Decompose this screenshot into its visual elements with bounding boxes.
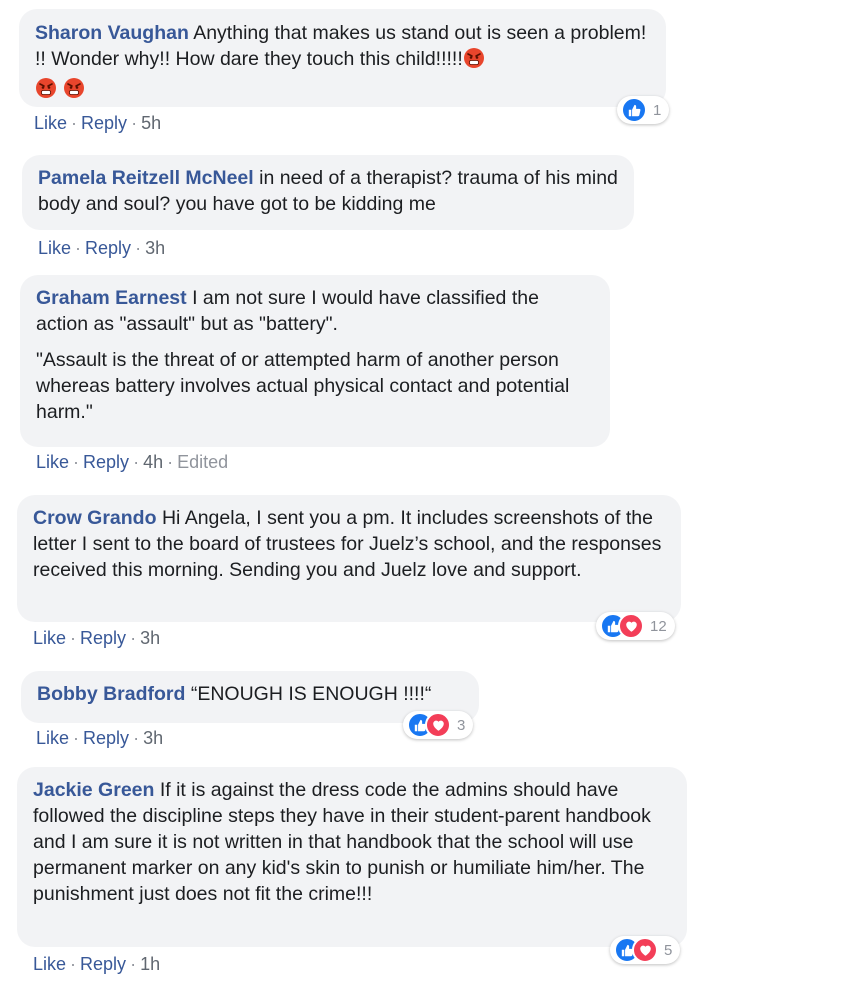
comment-timestamp[interactable]: 3h (145, 238, 165, 258)
comment-timestamp[interactable]: 3h (143, 728, 163, 748)
pouting-face-icon (463, 47, 485, 76)
comment-author[interactable]: Bobby Bradford (37, 683, 185, 705)
comment-author[interactable]: Graham Earnest (36, 287, 187, 309)
reaction-count: 3 (457, 716, 466, 734)
reaction-count: 1 (653, 101, 662, 119)
pouting-face-icon (63, 77, 85, 106)
like-link[interactable]: Like (33, 954, 66, 974)
comment-bubble: Pamela Reitzell McNeel in need of a ther… (22, 155, 634, 230)
love-reaction-icon (618, 613, 644, 639)
comment-author[interactable]: Jackie Green (33, 779, 154, 801)
edited-label[interactable]: Edited (177, 452, 228, 472)
pouting-face-icon (35, 77, 57, 106)
like-reaction-icon (621, 97, 647, 123)
reply-link[interactable]: Reply (83, 452, 129, 472)
reply-link[interactable]: Reply (80, 954, 126, 974)
reaction-summary[interactable]: 1 (617, 96, 670, 124)
comment-actions: Like · Reply · 3h (36, 728, 164, 748)
love-reaction-icon (425, 712, 451, 738)
comment-bubble: Crow Grando Hi Angela, I sent you a pm. … (17, 495, 681, 622)
reply-link[interactable]: Reply (80, 628, 126, 648)
like-link[interactable]: Like (36, 452, 69, 472)
comment-actions: Like · Reply · 1h (33, 954, 161, 974)
comment-actions: Like · Reply · 3h (38, 238, 166, 258)
reaction-summary[interactable]: 5 (610, 936, 681, 964)
comment-bubble: Sharon Vaughan Anything that makes us st… (19, 9, 666, 107)
comment-actions: Like · Reply · 3h (33, 628, 161, 648)
like-link[interactable]: Like (36, 728, 69, 748)
reaction-summary[interactable]: 12 (596, 612, 675, 640)
reply-link[interactable]: Reply (85, 238, 131, 258)
love-reaction-icon (632, 937, 658, 963)
reaction-count: 5 (664, 941, 673, 959)
comment-author[interactable]: Sharon Vaughan (35, 22, 189, 44)
comment-text: "Assault is the threat of or attempted h… (36, 349, 570, 423)
reaction-summary[interactable]: 3 (403, 711, 474, 739)
comment-timestamp[interactable]: 3h (140, 628, 160, 648)
reply-link[interactable]: Reply (83, 728, 129, 748)
comment-text: “ENOUGH IS ENOUGH !!!!“ (190, 683, 432, 705)
comment-actions: Like · Reply · 5h (34, 113, 162, 133)
like-link[interactable]: Like (33, 628, 66, 648)
like-link[interactable]: Like (34, 113, 67, 133)
comment-bubble: Jackie Green If it is against the dress … (17, 767, 687, 947)
comment-bubble: Graham Earnest I am not sure I would hav… (20, 275, 610, 447)
reply-link[interactable]: Reply (81, 113, 127, 133)
reaction-count: 12 (650, 617, 667, 635)
comment-author[interactable]: Crow Grando (33, 507, 157, 529)
comment-author[interactable]: Pamela Reitzell McNeel (38, 167, 254, 189)
like-link[interactable]: Like (38, 238, 71, 258)
comment-actions: Like · Reply · 4h · Edited (36, 452, 229, 472)
comment-timestamp[interactable]: 5h (141, 113, 161, 133)
comment-timestamp[interactable]: 1h (140, 954, 160, 974)
comment-timestamp[interactable]: 4h (143, 452, 163, 472)
